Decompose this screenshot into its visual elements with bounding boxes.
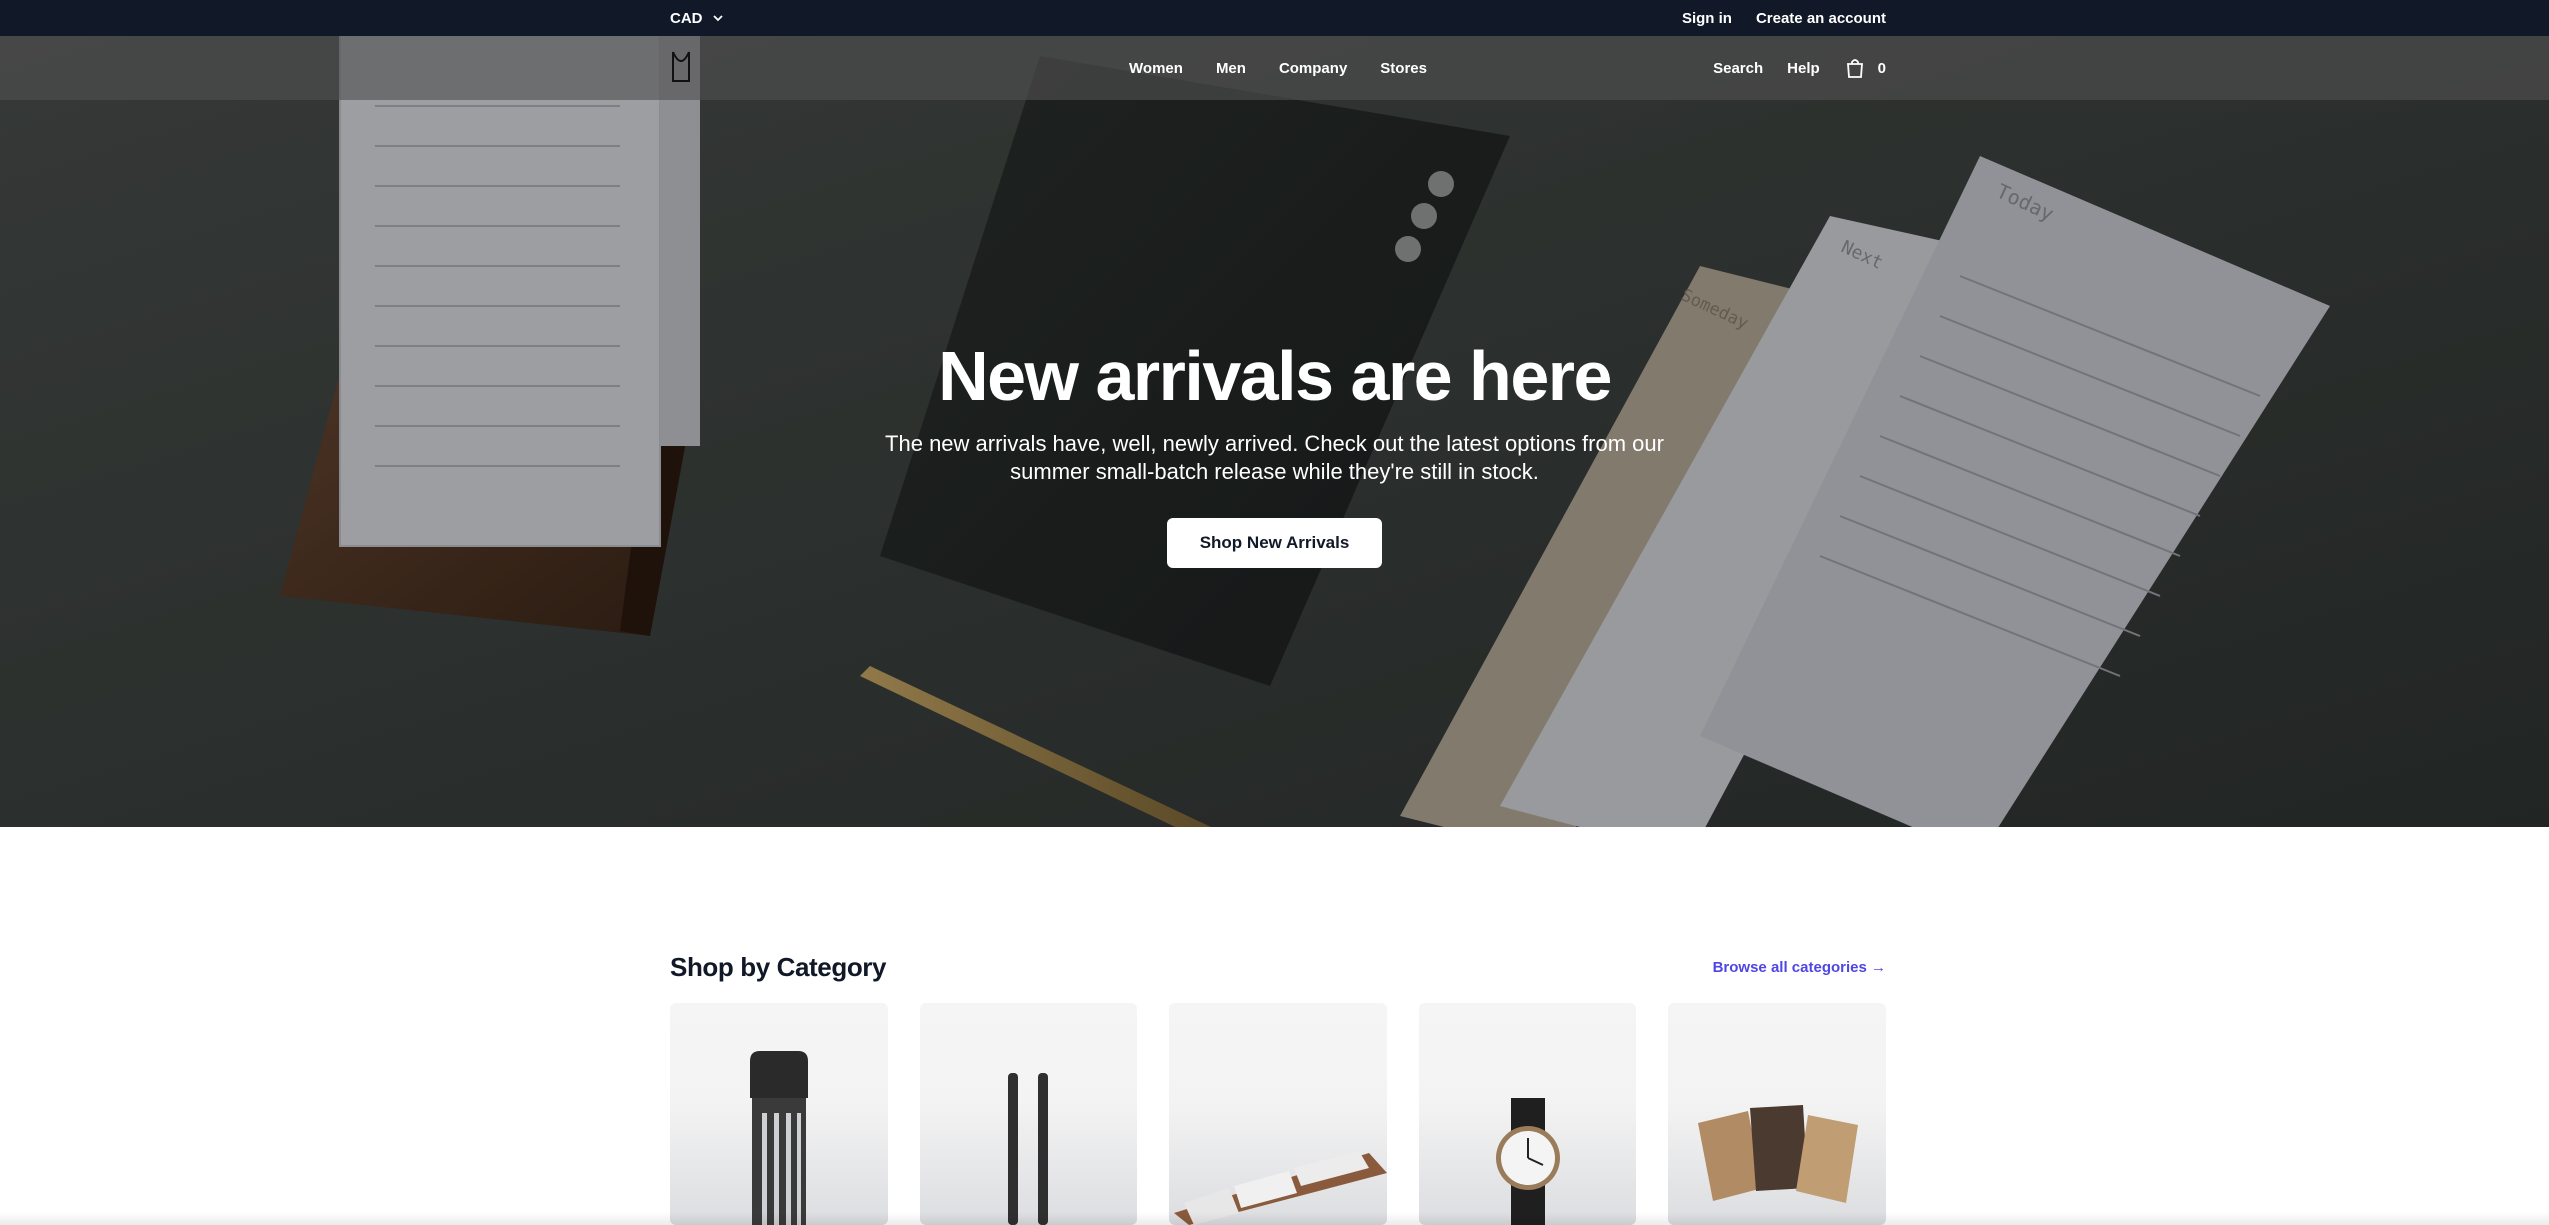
nav-link-men[interactable]: Men [1216, 60, 1246, 77]
category-card-bottle[interactable] [670, 1003, 888, 1225]
hero-section: Today Next Someday Women Men Company Sto… [0, 36, 2549, 827]
sign-in-link[interactable]: Sign in [1682, 10, 1732, 27]
shop-new-arrivals-button[interactable]: Shop New Arrivals [1166, 518, 1383, 568]
hero-subtitle: The new arrivals have, well, newly arriv… [885, 431, 1664, 484]
category-card-watch[interactable] [1418, 1003, 1637, 1225]
help-link[interactable]: Help [1787, 60, 1820, 77]
top-bar: CAD Sign in Create an account [0, 0, 2549, 36]
search-link[interactable]: Search [1713, 60, 1763, 77]
pens-icon [1007, 1073, 1048, 1225]
nav-link-women[interactable]: Women [1129, 60, 1183, 77]
chevron-down-icon [712, 15, 723, 22]
category-card-desk-organizer[interactable] [1169, 1003, 1387, 1225]
currency-label: CAD [670, 9, 703, 27]
category-card-notebooks[interactable] [1668, 1003, 1886, 1225]
currency-selector[interactable]: CAD [670, 10, 725, 27]
bottle-icon [750, 1051, 808, 1225]
nav-link-company[interactable]: Company [1279, 60, 1347, 77]
watch-icon [1495, 1098, 1560, 1225]
desk-organizer-icon [1174, 1151, 1387, 1225]
notebooks-icon [1698, 1105, 1859, 1203]
main-nav: Women Men Company Stores Search Help 0 [0, 36, 2549, 100]
nav-link-stores[interactable]: Stores [1380, 60, 1427, 77]
bottom-fade [0, 1212, 2549, 1225]
create-account-link[interactable]: Create an account [1756, 10, 1886, 27]
cart-count: 0 [1877, 59, 1886, 77]
category-grid [670, 1003, 1886, 1225]
shopping-bag-icon [1846, 59, 1863, 78]
category-header: Shop by Category Browse all categories → [670, 952, 1886, 983]
category-card-pens[interactable] [919, 1003, 1138, 1225]
browse-all-categories-link[interactable]: Browse all categories → [1713, 959, 1886, 976]
hero-title: New arrivals are here [938, 337, 1612, 415]
category-title: Shop by Category [670, 952, 887, 982]
cart-button[interactable]: 0 [1844, 57, 1886, 79]
